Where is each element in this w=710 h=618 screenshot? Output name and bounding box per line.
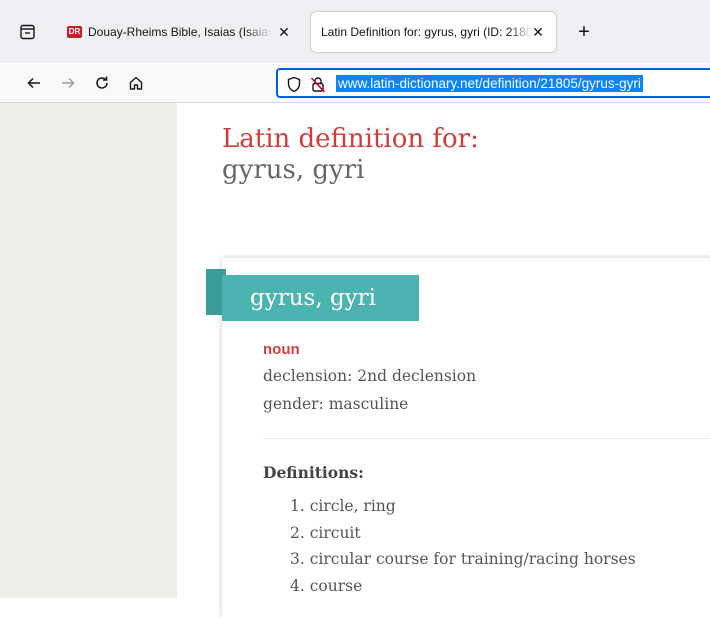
url-text[interactable]: www.latin-dictionary.net/definition/2180… xyxy=(336,75,643,92)
home-icon[interactable] xyxy=(124,71,148,95)
tab-title: Douay-Rheims Bible, Isaias (Isaias 29) xyxy=(88,25,272,39)
tab-list-icon[interactable] xyxy=(20,24,35,40)
heading-label: Latin definition for: xyxy=(222,124,479,154)
tab-strip: DR Douay-Rheims Bible, Isaias (Isaias 29… xyxy=(0,0,710,63)
navigation-toolbar: www.latin-dictionary.net/definition/2180… xyxy=(0,63,710,103)
page-heading: Latin definition for: gyrus, gyri xyxy=(222,124,479,186)
close-icon[interactable]: ✕ xyxy=(274,22,294,42)
definition-item: 4. course xyxy=(290,576,363,595)
part-of-speech: noun xyxy=(263,341,300,358)
back-arrow-icon[interactable] xyxy=(22,71,46,95)
shield-icon[interactable] xyxy=(286,76,302,98)
url-bar[interactable]: www.latin-dictionary.net/definition/2180… xyxy=(276,68,710,98)
tab-douay-rheims[interactable]: DR Douay-Rheims Bible, Isaias (Isaias 29… xyxy=(57,12,302,52)
gender-info: gender: masculine xyxy=(263,395,409,413)
tab-latin-definition[interactable]: Latin Definition for: gyrus, gyri (ID: 2… xyxy=(311,12,556,52)
declension-info: declension: 2nd declension xyxy=(263,367,477,385)
insecure-lock-icon[interactable] xyxy=(310,76,326,98)
tab-title: Latin Definition for: gyrus, gyri (ID: 2… xyxy=(321,25,533,39)
definitions-heading: Definitions: xyxy=(263,463,364,482)
dr-favicon-icon: DR xyxy=(67,26,82,38)
plus-icon[interactable]: + xyxy=(572,20,596,44)
left-sidebar xyxy=(0,103,177,598)
definition-item: 2. circuit xyxy=(290,523,361,542)
definitions-list: 1. circle, ring 2. circuit 3. circular c… xyxy=(290,496,636,602)
forward-arrow-icon[interactable] xyxy=(56,71,80,95)
entry-title-ribbon: gyrus, gyri xyxy=(222,275,419,321)
definition-item: 1. circle, ring xyxy=(290,497,396,515)
heading-word: gyrus, gyri xyxy=(222,155,365,185)
close-icon[interactable]: ✕ xyxy=(528,22,548,42)
reload-icon[interactable] xyxy=(90,71,114,95)
definition-item: 3. circular course for training/racing h… xyxy=(290,550,636,568)
section-divider xyxy=(263,438,710,439)
